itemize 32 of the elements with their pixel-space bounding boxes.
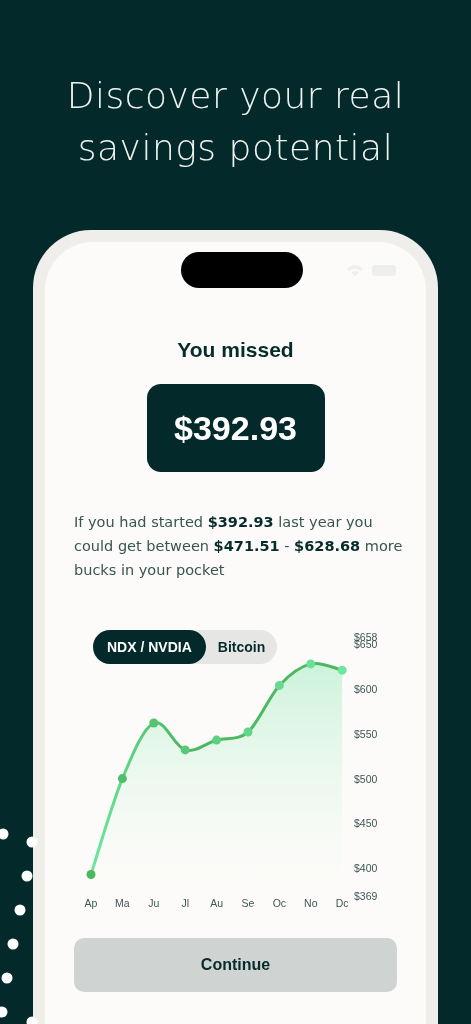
data-point: [212, 735, 222, 745]
missed-amount: $392.93: [146, 384, 325, 472]
data-point: [243, 727, 253, 737]
x-axis-label: Ju: [148, 897, 160, 909]
data-point: [149, 718, 159, 728]
y-axis-label: $369: [354, 890, 378, 902]
x-axis-label: Ap: [84, 897, 98, 909]
data-point: [337, 665, 347, 675]
x-axis-label: No: [304, 897, 318, 909]
x-axis-label: Dc: [335, 897, 349, 909]
tab[interactable]: Bitcoin: [205, 630, 278, 664]
tab[interactable]: NDX / NVDIA: [93, 630, 206, 664]
message-text: If you had started $392.93 last year you could get between $471.51 - $628.68 more bucks in your pocket: [74, 513, 404, 580]
x-axis-label: Oc: [272, 897, 287, 909]
data-point: [306, 659, 316, 669]
y-axis-label: $550: [354, 727, 378, 740]
data-point: [274, 680, 284, 690]
x-axis-label: Ma: [115, 897, 130, 909]
x-axis-label: Se: [241, 897, 255, 909]
continue-button[interactable]: Continue: [74, 938, 397, 992]
x-axis-label: Jl: [181, 897, 189, 909]
data-point: [117, 774, 127, 784]
y-axis-label: $500: [354, 772, 378, 785]
title: You missed: [177, 338, 294, 362]
data-point: [180, 745, 190, 755]
y-axis-label: $600: [354, 683, 378, 695]
x-axis-label: Au: [210, 897, 223, 909]
y-axis-label: $400: [354, 862, 378, 875]
headline: Discover your real savings potential: [65, 74, 406, 170]
y-axis-label: $658: [354, 631, 378, 643]
data-point: [86, 870, 96, 879]
y-axis-label: $450: [354, 817, 378, 830]
